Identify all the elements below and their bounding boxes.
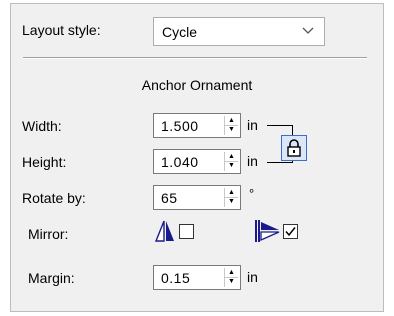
spin-down-icon[interactable]: ▼ [225, 161, 238, 170]
layout-style-label: Layout style: [22, 22, 101, 38]
height-spinbox[interactable]: 1.040 ▲ ▼ [153, 149, 241, 174]
spin-down-icon[interactable]: ▼ [225, 197, 238, 206]
spin-down-icon[interactable]: ▼ [225, 277, 238, 286]
lock-bracket-top [267, 125, 293, 126]
rotate-spinbox[interactable]: 65 ▲ ▼ [153, 185, 241, 210]
margin-label: Margin: [28, 270, 75, 286]
flip-horizontal-icon [154, 220, 175, 245]
height-label: Height: [22, 154, 67, 170]
height-spin-buttons[interactable]: ▲ ▼ [224, 152, 238, 171]
rotate-spin-buttons[interactable]: ▲ ▼ [224, 188, 238, 207]
flip-vertical-icon [253, 218, 281, 247]
chevron-down-icon [302, 24, 314, 38]
height-value: 1.040 [161, 154, 199, 170]
section-divider [23, 57, 367, 59]
rotate-label: Rotate by: [22, 190, 86, 206]
mirror-horizontal-checkbox[interactable] [179, 224, 194, 239]
height-unit: in [247, 153, 258, 169]
layout-style-value: Cycle [162, 24, 198, 40]
spin-down-icon[interactable]: ▼ [225, 125, 238, 134]
width-unit: in [247, 117, 258, 133]
rotate-value: 65 [161, 190, 178, 206]
margin-spinbox[interactable]: 0.15 ▲ ▼ [153, 265, 241, 290]
width-label: Width: [22, 118, 62, 134]
width-value: 1.500 [161, 118, 199, 134]
rotate-unit: ° [249, 186, 255, 201]
lock-bracket-top-stem [292, 125, 293, 135]
layout-style-dropdown[interactable]: Cycle [153, 17, 325, 46]
width-spinbox[interactable]: 1.500 ▲ ▼ [153, 113, 241, 138]
section-title: Anchor Ornament [141, 77, 253, 93]
lock-bracket-bottom [267, 162, 293, 163]
mirror-label: Mirror: [28, 226, 69, 242]
width-spin-buttons[interactable]: ▲ ▼ [224, 116, 238, 135]
ornament-settings-panel: Layout style: Cycle Anchor Ornament Widt… [10, 3, 384, 312]
margin-spin-buttons[interactable]: ▲ ▼ [224, 268, 238, 287]
lock-icon [287, 139, 301, 157]
margin-unit: in [247, 269, 258, 285]
margin-value: 0.15 [161, 270, 191, 286]
checkmark-icon [285, 227, 296, 237]
mirror-vertical-checkbox[interactable] [283, 224, 298, 239]
aspect-lock-button[interactable] [281, 135, 307, 161]
lock-bracket-bottom-stem [292, 161, 293, 163]
